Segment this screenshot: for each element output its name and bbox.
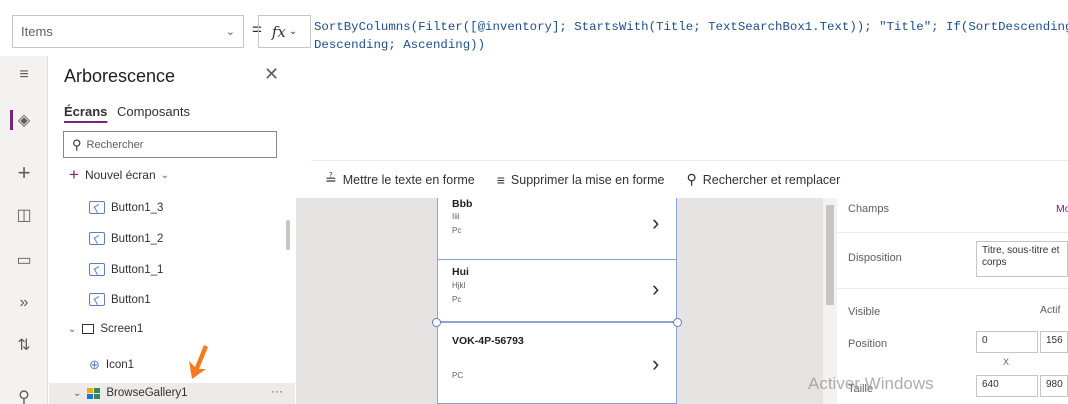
activate-windows-watermark: Activer Windows bbox=[808, 374, 934, 393]
chevron-right-icon[interactable]: › bbox=[652, 351, 659, 377]
new-screen-label: Nouvel écran bbox=[84, 168, 156, 182]
divider bbox=[837, 232, 1068, 233]
chevron-down-icon: ⌄ bbox=[160, 169, 170, 181]
size-height-input[interactable]: 980 bbox=[1040, 375, 1068, 397]
visible-toggle[interactable]: Actif bbox=[1040, 304, 1060, 316]
tree-item-browsegallery1[interactable]: ⌄ BrowseGallery1 bbox=[73, 387, 188, 399]
resize-handle-left[interactable] bbox=[432, 318, 441, 327]
tree-item-button1-3[interactable]: Button1_3 bbox=[89, 201, 163, 214]
visible-label: Visible bbox=[848, 306, 881, 318]
chevron-right-icon[interactable]: › bbox=[652, 276, 659, 302]
find-replace-button[interactable]: ⚲ Rechercher et remplacer bbox=[686, 171, 840, 188]
new-screen-button[interactable]: + Nouvel écran ⌄ bbox=[69, 165, 169, 185]
divider bbox=[837, 288, 1068, 289]
search-icon: ⚲ bbox=[686, 171, 697, 187]
chevron-down-icon: ⌄ bbox=[73, 387, 82, 399]
tree-item-label: Icon1 bbox=[105, 359, 135, 371]
position-y-input[interactable]: 156 bbox=[1040, 331, 1068, 353]
chevron-down-icon: ⌄ bbox=[225, 26, 235, 38]
layers-icon[interactable]: ◈ bbox=[0, 105, 48, 135]
item-body: PC bbox=[452, 371, 464, 380]
gallery-control-icon bbox=[87, 387, 101, 399]
format-text-label: Mettre le texte en forme bbox=[342, 172, 475, 187]
tree-item-button1-1[interactable]: Button1_1 bbox=[89, 263, 163, 276]
tree-item-label: Button1_3 bbox=[111, 201, 164, 214]
item-title: Hui bbox=[452, 266, 469, 278]
formula-editor[interactable]: SortByColumns(Filter([@inventory]; Start… bbox=[314, 18, 1068, 54]
orange-arrow-annotation bbox=[189, 345, 208, 379]
search-icon[interactable]: ⚲ bbox=[0, 382, 48, 404]
tree-item-label: Button1_1 bbox=[111, 263, 164, 276]
fields-edit-link[interactable]: Mo bbox=[1056, 203, 1068, 215]
plus-icon: + bbox=[69, 165, 79, 184]
find-replace-label: Rechercher et remplacer bbox=[702, 172, 841, 187]
gallery-item-3[interactable]: VOK-4P-56793 PC › bbox=[437, 322, 677, 404]
tree-item-label: Button1 bbox=[111, 293, 151, 306]
button-control-icon bbox=[89, 232, 105, 245]
position-label: Position bbox=[848, 338, 888, 350]
button-control-icon bbox=[89, 293, 105, 306]
more-options-icon[interactable]: ··· bbox=[271, 384, 283, 398]
item-subtitle: Hjkl bbox=[452, 281, 466, 290]
power-automate-icon[interactable]: » bbox=[0, 288, 48, 318]
tree-item-button1-2[interactable]: Button1_2 bbox=[89, 232, 163, 245]
fields-label: Champs bbox=[848, 203, 889, 215]
format-text-icon: ≟ bbox=[325, 171, 337, 187]
layout-dropdown[interactable]: Titre, sous-titre et corps bbox=[976, 241, 1068, 277]
chevron-down-icon: ⌄ bbox=[68, 323, 77, 335]
tree-search-input[interactable]: ⚲ Rechercher bbox=[63, 131, 277, 158]
gallery-item-1[interactable]: Bbb Iiii Pc › bbox=[437, 198, 677, 260]
insert-plus-icon[interactable]: + bbox=[0, 158, 48, 188]
format-toolbar: ≟ Mettre le texte en forme ≡ Supprimer l… bbox=[311, 160, 1068, 198]
item-body: Pc bbox=[452, 295, 462, 304]
item-body: Pc bbox=[452, 226, 462, 235]
formula-line-1: SortByColumns(Filter([@inventory]; Start… bbox=[314, 20, 1068, 34]
x-caption: X bbox=[1003, 357, 1010, 367]
gallery-item-2[interactable]: Hui Hjkl Pc › bbox=[437, 260, 677, 322]
tree-item-label: BrowseGallery1 bbox=[106, 387, 188, 399]
tree-item-label: Button1_2 bbox=[111, 232, 164, 245]
chevron-right-icon[interactable]: › bbox=[652, 210, 659, 236]
button-control-icon bbox=[89, 263, 105, 276]
tree-item-icon1[interactable]: ⊕ Icon1 bbox=[89, 357, 134, 373]
remove-format-label: Supprimer la mise en forme bbox=[510, 172, 665, 187]
media-icon[interactable]: ▭ bbox=[0, 245, 48, 275]
remove-format-icon: ≡ bbox=[496, 171, 505, 188]
search-placeholder: Rechercher bbox=[86, 138, 144, 151]
resize-handle-right[interactable] bbox=[673, 318, 682, 327]
formula-line-2: Descending; Ascending)) bbox=[314, 38, 486, 52]
screen-icon bbox=[82, 324, 95, 334]
tab-screens[interactable]: Écrans bbox=[64, 104, 107, 119]
property-dropdown[interactable]: Items ⌄ bbox=[12, 15, 244, 48]
chevron-down-icon: ⌄ bbox=[288, 26, 298, 37]
position-x-input[interactable]: 0 bbox=[976, 331, 1038, 353]
tab-components[interactable]: Composants bbox=[117, 104, 190, 119]
item-subtitle: Iiii bbox=[452, 212, 460, 221]
data-cylinder-icon[interactable]: ◫ bbox=[0, 200, 48, 230]
icon-control-icon: ⊕ bbox=[89, 357, 100, 372]
variables-icon[interactable]: ⇅ bbox=[0, 330, 48, 360]
tree-item-label: Screen1 bbox=[100, 323, 144, 335]
close-icon[interactable]: ✕ bbox=[264, 64, 279, 85]
tree-scrollbar[interactable] bbox=[286, 220, 290, 250]
item-title: Bbb bbox=[452, 198, 473, 210]
fx-button[interactable]: fx ⌄ bbox=[258, 15, 311, 48]
tree-item-screen1[interactable]: ⌄ Screen1 bbox=[68, 323, 143, 335]
property-name: Items bbox=[21, 24, 53, 39]
tree-item-button1[interactable]: Button1 bbox=[89, 293, 151, 306]
search-icon: ⚲ bbox=[72, 136, 82, 152]
hamburger-menu-icon[interactable]: ≡ bbox=[0, 60, 48, 90]
size-width-input[interactable]: 640 bbox=[976, 375, 1038, 397]
fx-icon: fx bbox=[271, 22, 286, 41]
layout-label: Disposition bbox=[848, 252, 902, 264]
canvas-scroll-thumb[interactable] bbox=[826, 205, 834, 305]
button-control-icon bbox=[89, 201, 105, 214]
item-title: VOK-4P-56793 bbox=[452, 335, 524, 347]
format-text-button[interactable]: ≟ Mettre le texte en forme bbox=[325, 171, 475, 188]
panel-title: Arborescence bbox=[64, 66, 176, 86]
remove-format-button[interactable]: ≡ Supprimer la mise en forme bbox=[497, 172, 665, 188]
